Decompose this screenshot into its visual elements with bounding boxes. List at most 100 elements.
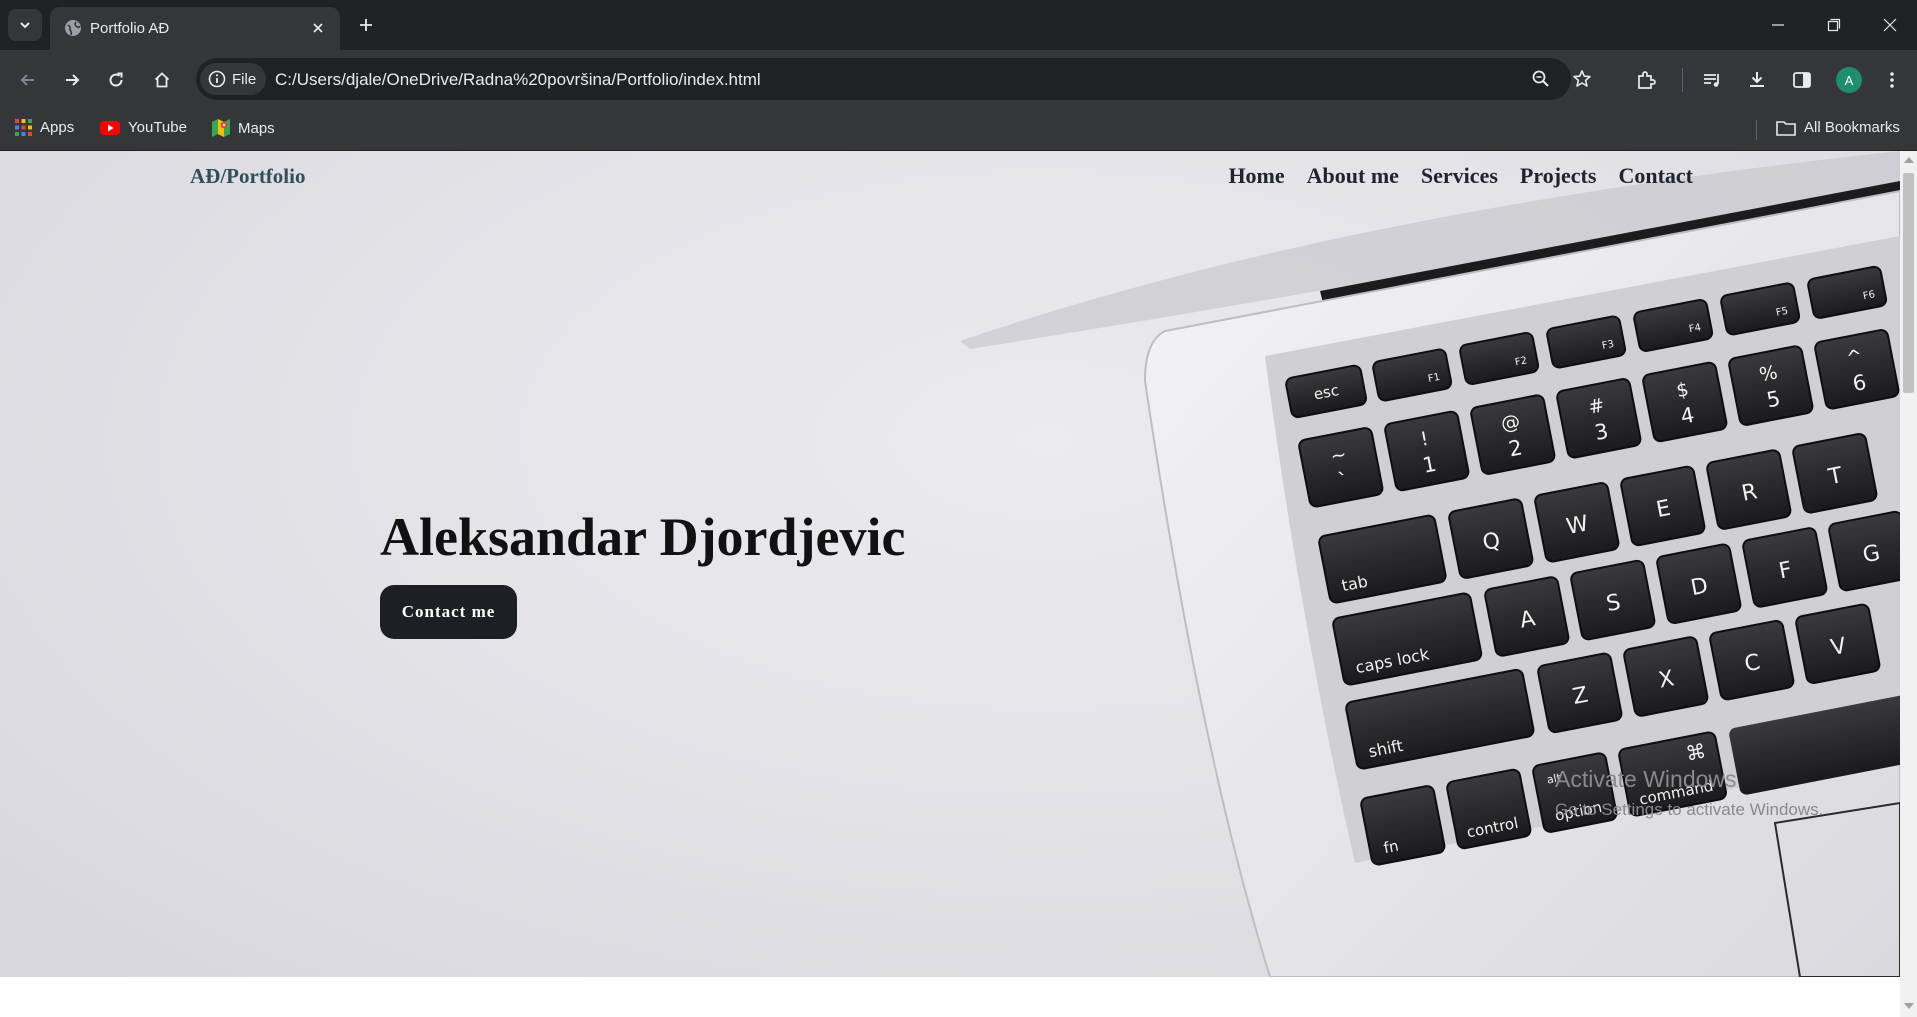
nav-about-me[interactable]: About me — [1307, 163, 1399, 189]
bookmark-label: Apps — [40, 119, 75, 136]
laptop-keyboard-image: escF1F2F3F4F5F6~`!1@2#3$4%5^6tabQWERTcap… — [960, 151, 1900, 977]
minimize-button[interactable] — [1750, 0, 1806, 50]
keyboard-key-a-5: G — [1828, 510, 1900, 592]
key-label: F6 — [1862, 289, 1876, 302]
close-window-button[interactable] — [1862, 0, 1917, 50]
nav-projects[interactable]: Projects — [1520, 163, 1597, 189]
keyboard-key-q-4: R — [1706, 449, 1792, 530]
browser-menu-button[interactable] — [1876, 64, 1908, 96]
all-bookmarks-label: All Bookmarks — [1804, 119, 1900, 136]
key-label: F5 — [1775, 306, 1789, 319]
keyboard-key-q-2: W — [1534, 482, 1620, 563]
keyboard-key-a-4: F — [1742, 527, 1828, 608]
keyboard-key-num-5: %5 — [1728, 345, 1814, 426]
bookmark-star-button[interactable] — [1570, 67, 1594, 91]
bookmark-apps[interactable]: Apps — [15, 119, 74, 136]
zoom-icon — [1532, 70, 1549, 87]
arrow-right-icon — [66, 74, 80, 86]
keyboard-key-q-1: Q — [1448, 498, 1534, 579]
keyboard-key-mod-1: control — [1446, 768, 1532, 850]
forward-button[interactable] — [56, 64, 88, 96]
key-label: F2 — [1514, 355, 1528, 368]
apps-grid-icon — [15, 119, 32, 136]
bookmarks-divider — [1756, 120, 1757, 140]
address-bar[interactable]: File C:/Users/djale/OneDrive/Radna%20pov… — [196, 58, 1591, 100]
key-label: F4 — [1688, 322, 1702, 335]
youtube-icon — [100, 120, 120, 135]
tab-close-button[interactable] — [306, 16, 330, 40]
extensions-button[interactable] — [1630, 64, 1662, 96]
media-controls-button[interactable] — [1696, 64, 1728, 96]
keyboard-key-z-1: Z — [1537, 652, 1623, 734]
plus-icon — [360, 19, 372, 31]
keyboard-key-num-3: #3 — [1556, 378, 1642, 459]
keyboard-key-a-3: D — [1656, 543, 1742, 624]
chevron-down-icon — [20, 22, 30, 29]
contact-me-button[interactable]: Contact me — [380, 585, 517, 639]
bookmark-label: YouTube — [128, 119, 187, 136]
toolbar-divider — [1682, 68, 1683, 92]
folder-icon — [1776, 120, 1796, 136]
maps-icon — [212, 119, 230, 137]
bookmarks-bar: Apps YouTube Maps All Bookmarks — [0, 108, 1917, 151]
download-icon — [1750, 72, 1764, 87]
reload-button[interactable] — [100, 64, 132, 96]
tab-title: Portfolio AĐ — [90, 20, 170, 37]
profile-avatar[interactable]: A — [1836, 67, 1862, 93]
keyboard-key-q-3: E — [1620, 465, 1706, 547]
activate-windows-title: Activate Windows — [1555, 766, 1737, 792]
puzzle-icon — [1638, 71, 1656, 89]
side-panel-button[interactable] — [1786, 64, 1818, 96]
browser-tab-active[interactable]: Portfolio AĐ — [50, 7, 340, 50]
nav-home[interactable]: Home — [1228, 163, 1284, 189]
home-button[interactable] — [146, 64, 178, 96]
key-label: F3 — [1601, 339, 1615, 352]
activate-windows-subtitle: Go to Settings to activate Windows. — [1555, 800, 1824, 819]
scroll-down-arrow-icon[interactable] — [1904, 1003, 1914, 1009]
nav-services[interactable]: Services — [1421, 163, 1498, 189]
side-panel-icon — [1793, 72, 1811, 88]
browser-toolbar: File C:/Users/djale/OneDrive/Radna%20pov… — [0, 50, 1917, 108]
site-info-chip[interactable]: File — [200, 63, 267, 95]
kebab-menu-icon — [1890, 72, 1894, 88]
bookmark-youtube[interactable]: YouTube — [100, 119, 187, 136]
nav-contact[interactable]: Contact — [1618, 163, 1693, 189]
info-icon — [208, 70, 226, 88]
keyboard-key-num-4: $4 — [1642, 361, 1728, 443]
keyboard-key-z-2: X — [1623, 636, 1709, 717]
zoom-button[interactable] — [1529, 67, 1553, 91]
restore-button[interactable] — [1806, 0, 1862, 50]
back-button[interactable] — [12, 64, 44, 96]
keyboard-key-num-2: @2 — [1470, 394, 1556, 475]
keyboard-key-mod-0: fn — [1360, 785, 1446, 866]
page-viewport: esc F1 F2 F3 F4 F5 F6 ~ `! 1 @2 #3 $4% 5 ^ 6 tab Q W E R Tcap… — [0, 151, 1900, 1017]
downloads-button[interactable] — [1741, 64, 1773, 96]
tab-search-button[interactable] — [8, 9, 42, 41]
keyboard-key-a-1: A — [1484, 576, 1570, 657]
arrow-left-icon — [20, 74, 34, 86]
playlist-icon — [1704, 74, 1719, 87]
all-bookmarks-button[interactable]: All Bookmarks — [1776, 119, 1900, 136]
minimize-icon — [1772, 24, 1784, 26]
home-icon — [154, 72, 170, 88]
url-text[interactable]: C:/Users/djale/OneDrive/Radna%20površina… — [275, 70, 761, 90]
bookmark-maps[interactable]: Maps — [212, 119, 275, 137]
close-icon — [313, 23, 323, 33]
reload-icon — [109, 72, 123, 87]
hero-name-heading: Aleksandar Djordjevic — [380, 507, 906, 567]
bookmark-label: Maps — [238, 119, 275, 137]
site-brand-logo[interactable]: AĐ/Portfolio — [190, 164, 305, 189]
restore-icon — [1827, 18, 1841, 32]
keyboard-key-num-6: ^6 — [1814, 329, 1900, 410]
globe-icon — [65, 20, 81, 36]
key-label: F1 — [1427, 372, 1441, 385]
scrollbar-thumb[interactable] — [1903, 173, 1914, 393]
tab-strip: Portfolio AĐ — [0, 0, 1917, 50]
keyboard-key-num-1: !1 — [1384, 410, 1470, 492]
site-nav: Home About me Services Projects Contact — [1228, 163, 1693, 189]
scroll-up-arrow-icon[interactable] — [1904, 157, 1914, 163]
page-scrollbar[interactable] — [1900, 151, 1917, 1017]
new-tab-button[interactable] — [352, 11, 380, 39]
keyboard-key-q-5: T — [1792, 433, 1878, 514]
keyboard-key-a-2: S — [1570, 559, 1656, 641]
